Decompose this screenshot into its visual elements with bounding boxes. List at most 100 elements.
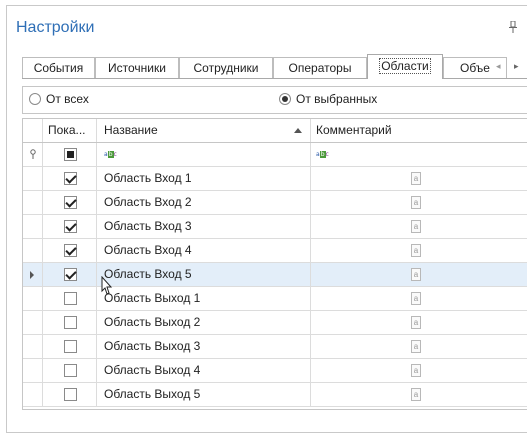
table-row[interactable]: Область Выход 3 a: [23, 335, 527, 359]
comment-cell[interactable]: a: [311, 167, 527, 190]
area-name-cell[interactable]: Область Вход 5: [97, 263, 311, 286]
area-name-cell[interactable]: Область Вход 4: [97, 239, 311, 262]
row-indicator-cell[interactable]: [23, 239, 43, 262]
row-indicator-cell[interactable]: [23, 359, 43, 382]
row-indicator-cell[interactable]: [23, 263, 43, 286]
text-filter-icon: abc: [104, 151, 117, 158]
comment-cell[interactable]: a: [311, 335, 527, 358]
memo-edit-icon[interactable]: a: [411, 388, 421, 401]
memo-edit-icon[interactable]: a: [411, 172, 421, 185]
table-row[interactable]: Область Выход 2 a: [23, 311, 527, 335]
filter-name-cell[interactable]: abc: [97, 143, 311, 166]
memo-edit-icon[interactable]: a: [411, 220, 421, 233]
radio-selected-indicator[interactable]: [279, 93, 291, 105]
comment-cell[interactable]: a: [311, 239, 527, 262]
show-cell[interactable]: [43, 311, 97, 334]
column-header-name[interactable]: Название: [97, 119, 311, 142]
show-cell[interactable]: [43, 215, 97, 238]
show-checkbox[interactable]: [64, 268, 77, 281]
filter-show-cell[interactable]: [43, 143, 97, 166]
tab-strip: События Источники Сотрудники Операторы Облас…: [22, 54, 527, 79]
tab-3[interactable]: Сотрудники: [179, 57, 273, 78]
column-header-show[interactable]: Пока...: [43, 119, 97, 142]
show-checkbox[interactable]: [64, 244, 77, 257]
tab-label: Сотрудники: [193, 61, 259, 75]
comment-cell[interactable]: a: [311, 263, 527, 286]
show-cell[interactable]: [43, 263, 97, 286]
show-checkbox[interactable]: [64, 292, 77, 305]
table-row[interactable]: Область Вход 4 a: [23, 239, 527, 263]
mouse-cursor-icon: [101, 276, 113, 295]
text-filter-icon: abc: [316, 151, 329, 158]
tab-4[interactable]: Операторы: [273, 57, 367, 78]
comment-cell[interactable]: a: [311, 191, 527, 214]
tab-scroll-left-icon[interactable]: ◂: [496, 61, 501, 72]
row-indicator-cell[interactable]: [23, 191, 43, 214]
table-row[interactable]: Область Вход 3 a: [23, 215, 527, 239]
area-name-cell[interactable]: Область Вход 3: [97, 215, 311, 238]
pin-icon[interactable]: [508, 21, 518, 33]
filter-comment-cell[interactable]: abc: [311, 143, 527, 166]
comment-cell[interactable]: a: [311, 359, 527, 382]
memo-edit-icon[interactable]: a: [411, 292, 421, 305]
tab-scroll-buttons: ◂ ▸: [485, 57, 527, 78]
memo-edit-icon[interactable]: a: [411, 316, 421, 329]
area-name-cell[interactable]: Область Выход 2: [97, 311, 311, 334]
comment-cell[interactable]: a: [311, 215, 527, 238]
show-checkbox[interactable]: [64, 172, 77, 185]
show-cell[interactable]: [43, 335, 97, 358]
memo-edit-icon[interactable]: a: [411, 364, 421, 377]
tab-scroll-right-icon[interactable]: ▸: [514, 61, 519, 72]
show-checkbox[interactable]: [64, 340, 77, 353]
row-indicator-cell[interactable]: [23, 311, 43, 334]
memo-edit-icon[interactable]: a: [411, 340, 421, 353]
tab-2[interactable]: Источники: [95, 57, 179, 78]
comment-cell[interactable]: a: [311, 383, 527, 406]
tab-1[interactable]: События: [22, 57, 95, 78]
show-cell[interactable]: [43, 359, 97, 382]
filter-show-checkbox[interactable]: [64, 148, 77, 161]
column-header-comment[interactable]: Комментарий: [311, 119, 527, 142]
tab-label: Операторы: [288, 61, 352, 75]
area-name-cell[interactable]: Область Выход 1: [97, 287, 311, 310]
tab-5[interactable]: Области: [367, 54, 443, 79]
row-indicator-cell[interactable]: [23, 215, 43, 238]
tab-label: События: [33, 61, 84, 75]
comment-cell[interactable]: a: [311, 311, 527, 334]
row-indicator-cell[interactable]: [23, 167, 43, 190]
row-indicator-cell[interactable]: [23, 383, 43, 406]
area-name-cell[interactable]: Область Выход 5: [97, 383, 311, 406]
table-row[interactable]: Область Вход 2 a: [23, 191, 527, 215]
area-name-cell[interactable]: Область Вход 2: [97, 191, 311, 214]
memo-edit-icon[interactable]: a: [411, 268, 421, 281]
show-cell[interactable]: [43, 167, 97, 190]
show-cell[interactable]: [43, 287, 97, 310]
show-cell[interactable]: [43, 191, 97, 214]
area-name-cell[interactable]: Область Вход 1: [97, 167, 311, 190]
radio-all-indicator[interactable]: [29, 93, 41, 105]
table-row[interactable]: Область Выход 5 a: [23, 383, 527, 407]
area-name-cell[interactable]: Область Выход 3: [97, 335, 311, 358]
show-cell[interactable]: [43, 239, 97, 262]
table-row[interactable]: Область Выход 4 a: [23, 359, 527, 383]
area-name-cell[interactable]: Область Выход 4: [97, 359, 311, 382]
tab-label: Области: [379, 58, 431, 74]
page-title: Настройки: [16, 19, 95, 36]
show-checkbox[interactable]: [64, 196, 77, 209]
grid-header-row: Пока... Название Комментарий: [23, 119, 527, 143]
filter-indicator-cell: [23, 143, 43, 166]
table-row[interactable]: Область Вход 1 a: [23, 167, 527, 191]
memo-edit-icon[interactable]: a: [411, 244, 421, 257]
row-indicator-cell[interactable]: [23, 287, 43, 310]
show-checkbox[interactable]: [64, 316, 77, 329]
filter-pin-icon: [30, 149, 36, 159]
show-checkbox[interactable]: [64, 220, 77, 233]
header-indicator-cell: [23, 119, 43, 142]
show-checkbox[interactable]: [64, 364, 77, 377]
memo-edit-icon[interactable]: a: [411, 196, 421, 209]
comment-cell[interactable]: a: [311, 287, 527, 310]
show-checkbox[interactable]: [64, 388, 77, 401]
row-indicator-cell[interactable]: [23, 335, 43, 358]
column-header-name-label: Название: [104, 123, 158, 137]
show-cell[interactable]: [43, 383, 97, 406]
